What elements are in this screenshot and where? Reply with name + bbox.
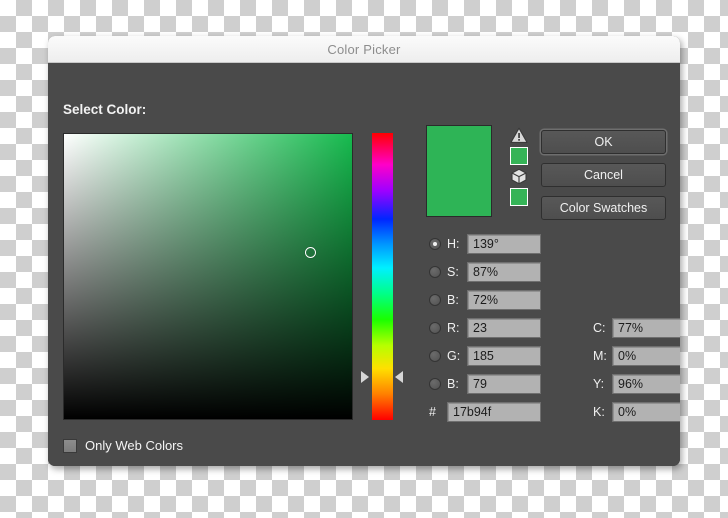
dialog-body: Select Color: OK Cancel Color Swatches H…	[48, 63, 680, 466]
dialog-titlebar: Color Picker	[48, 36, 680, 63]
field-row-saturation: S: 87%	[429, 261, 541, 283]
color-selection-cursor[interactable]	[304, 246, 316, 258]
radio-red[interactable]	[429, 322, 441, 334]
field-row-blue: B: 79	[429, 373, 541, 395]
input-blue[interactable]: 79	[467, 374, 541, 394]
field-row-red: R: 23	[429, 317, 541, 339]
field-row-brightness: B: 72%	[429, 289, 541, 311]
field-row-green: G: 185	[429, 345, 541, 367]
label-yellow: Y:	[593, 377, 605, 391]
field-row-yellow: Y: 96%	[593, 373, 680, 395]
hex-symbol: #	[429, 405, 436, 419]
field-row-key: K: 0%	[593, 401, 680, 423]
cmyk-field-group: C: 77% M: 0% Y: 96% K: 0%	[593, 317, 680, 429]
input-hex[interactable]: 17b94f	[447, 402, 541, 422]
label-key: K:	[593, 405, 605, 419]
only-web-colors-checkbox[interactable]	[63, 438, 77, 453]
label-hue: H:	[447, 237, 460, 251]
out-of-gamut-swatch[interactable]	[510, 147, 528, 165]
label-red: R:	[447, 321, 460, 335]
label-brightness: B:	[447, 293, 459, 307]
label-saturation: S:	[447, 265, 459, 279]
cube-icon[interactable]	[510, 168, 528, 185]
gamut-indicator-column	[506, 127, 532, 206]
field-row-hue: H: 139°	[429, 233, 541, 255]
label-magenta: M:	[593, 349, 607, 363]
non-web-safe-swatch[interactable]	[510, 188, 528, 206]
hue-slider-marker-right-icon[interactable]	[395, 370, 403, 383]
field-row-cyan: C: 77%	[593, 317, 680, 339]
input-yellow[interactable]: 96%	[612, 374, 680, 394]
radio-brightness[interactable]	[429, 294, 441, 306]
input-brightness[interactable]: 72%	[467, 290, 541, 310]
hsb-rgb-field-group: H: 139° S: 87% B: 72% R: 23 G: 185 B: 79…	[429, 233, 541, 429]
brightness-gradient-layer	[64, 134, 352, 419]
dialog-title: Color Picker	[327, 41, 401, 57]
input-key[interactable]: 0%	[612, 402, 680, 422]
input-saturation[interactable]: 87%	[467, 262, 541, 282]
hue-slider-strip[interactable]	[372, 133, 393, 420]
field-row-magenta: M: 0%	[593, 345, 680, 367]
input-red[interactable]: 23	[467, 318, 541, 338]
dialog-button-column: OK Cancel Color Swatches	[541, 130, 666, 220]
cancel-button[interactable]: Cancel	[541, 163, 666, 187]
label-blue: B:	[447, 377, 459, 391]
only-web-colors-label: Only Web Colors	[85, 438, 184, 453]
label-cyan: C:	[593, 321, 606, 335]
input-magenta[interactable]: 0%	[612, 346, 680, 366]
input-hue[interactable]: 139°	[467, 234, 541, 254]
input-cyan[interactable]: 77%	[612, 318, 680, 338]
color-picker-dialog: Color Picker Select Color: OK Cancel Col…	[48, 36, 680, 466]
radio-blue[interactable]	[429, 378, 441, 390]
ok-button[interactable]: OK	[541, 130, 666, 154]
radio-hue[interactable]	[429, 238, 441, 250]
radio-green[interactable]	[429, 350, 441, 362]
label-green: G:	[447, 349, 461, 363]
hue-slider-marker-left-icon[interactable]	[361, 370, 369, 383]
select-color-heading: Select Color:	[63, 102, 147, 117]
warning-triangle-icon[interactable]	[510, 127, 528, 144]
saturation-brightness-square[interactable]	[63, 133, 353, 420]
radio-saturation[interactable]	[429, 266, 441, 278]
only-web-colors-row[interactable]: Only Web Colors	[63, 438, 183, 453]
input-green[interactable]: 185	[467, 346, 541, 366]
color-preview-swatch	[426, 125, 492, 217]
color-swatches-button[interactable]: Color Swatches	[541, 196, 666, 220]
field-row-hex: # 17b94f	[429, 401, 541, 423]
